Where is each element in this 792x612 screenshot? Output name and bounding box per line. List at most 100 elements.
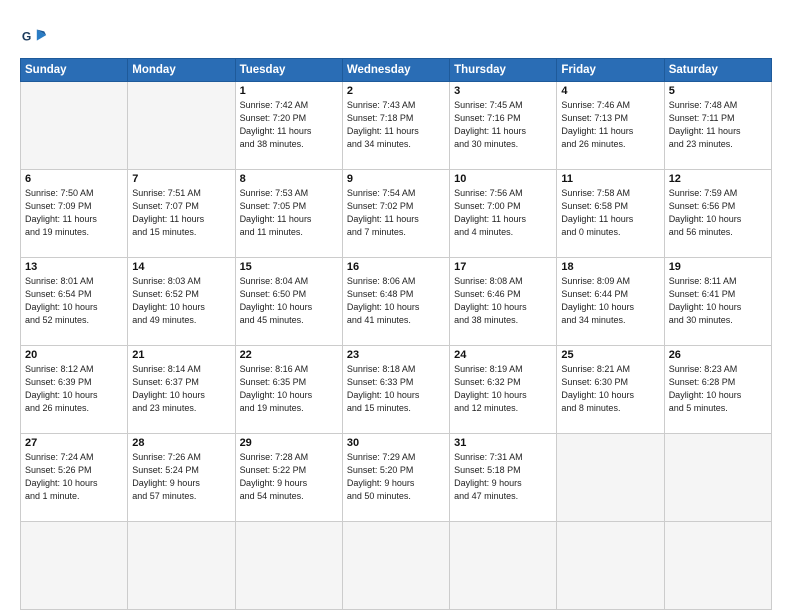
day-number: 10 <box>454 173 552 185</box>
calendar-cell: 14 Sunrise: 8:03 AM Sunset: 6:52 PM Dayli… <box>128 258 235 346</box>
day-number: 18 <box>561 261 659 273</box>
day-number: 28 <box>132 437 230 449</box>
page: G SundayMondayTuesdayWednesdayThursdayFr… <box>0 0 792 612</box>
day-info: Sunrise: 7:29 AM Sunset: 5:20 PM Dayligh… <box>347 451 445 503</box>
weekday-header-sunday: Sunday <box>21 59 128 82</box>
calendar-cell: 24Sunrise: 8:19 AM Sunset: 6:32 PM Dayli… <box>450 346 557 434</box>
calendar-cell <box>342 522 449 610</box>
day-info: Sunrise: 7:43 AM Sunset: 7:18 PM Dayligh… <box>347 99 445 151</box>
calendar-cell: 12 Sunrise: 7:59 AM Sunset: 6:56 PM Dayli… <box>664 170 771 258</box>
day-number: 31 <box>454 437 552 449</box>
day-info: Sunrise: 7:28 AM Sunset: 5:22 PM Dayligh… <box>240 451 338 503</box>
day-info: Sunrise: 8:08 AM Sunset: 6:46 PM Dayligh… <box>454 275 552 327</box>
day-info: Sunrise: 7:48 AM Sunset: 7:11 PM Dayligh… <box>669 99 767 151</box>
day-number: 7 <box>132 173 230 185</box>
day-info: Sunrise: 8:14 AM Sunset: 6:37 PM Dayligh… <box>132 363 230 415</box>
day-info: Sunrise: 7:24 AM Sunset: 5:26 PM Dayligh… <box>25 451 123 503</box>
day-number: 8 <box>240 173 338 185</box>
day-info: Sunrise: 8:18 AM Sunset: 6:33 PM Dayligh… <box>347 363 445 415</box>
calendar-row-3: 13 Sunrise: 8:01 AM Sunset: 6:54 PM Dayli… <box>21 258 772 346</box>
day-number: 23 <box>347 349 445 361</box>
calendar-cell <box>664 434 771 522</box>
calendar-table: SundayMondayTuesdayWednesdayThursdayFrid… <box>20 58 772 610</box>
day-info: Sunrise: 8:16 AM Sunset: 6:35 PM Dayligh… <box>240 363 338 415</box>
day-info: Sunrise: 8:03 AM Sunset: 6:52 PM Dayligh… <box>132 275 230 327</box>
day-number: 21 <box>132 349 230 361</box>
day-number: 13 <box>25 261 123 273</box>
calendar-row-5: 27 Sunrise: 7:24 AM Sunset: 5:26 PM Dayli… <box>21 434 772 522</box>
calendar-cell: 17 Sunrise: 8:08 AM Sunset: 6:46 PM Dayli… <box>450 258 557 346</box>
calendar-cell: 29 Sunrise: 7:28 AM Sunset: 5:22 PM Dayli… <box>235 434 342 522</box>
day-info: Sunrise: 8:12 AM Sunset: 6:39 PM Dayligh… <box>25 363 123 415</box>
day-number: 1 <box>240 85 338 97</box>
calendar-cell: 2 Sunrise: 7:43 AM Sunset: 7:18 PM Daylig… <box>342 82 449 170</box>
calendar-row-1: 1 Sunrise: 7:42 AM Sunset: 7:20 PM Daylig… <box>21 82 772 170</box>
day-number: 29 <box>240 437 338 449</box>
day-info: Sunrise: 7:51 AM Sunset: 7:07 PM Dayligh… <box>132 187 230 239</box>
calendar-cell <box>128 82 235 170</box>
calendar-cell <box>557 434 664 522</box>
day-number: 2 <box>347 85 445 97</box>
calendar-cell: 31Sunrise: 7:31 AM Sunset: 5:18 PM Dayli… <box>450 434 557 522</box>
calendar-cell: 20Sunrise: 8:12 AM Sunset: 6:39 PM Dayli… <box>21 346 128 434</box>
day-number: 15 <box>240 261 338 273</box>
day-info: Sunrise: 7:50 AM Sunset: 7:09 PM Dayligh… <box>25 187 123 239</box>
day-number: 22 <box>240 349 338 361</box>
svg-text:G: G <box>22 30 31 44</box>
calendar-cell: 11Sunrise: 7:58 AM Sunset: 6:58 PM Dayli… <box>557 170 664 258</box>
day-info: Sunrise: 7:53 AM Sunset: 7:05 PM Dayligh… <box>240 187 338 239</box>
calendar-cell: 15 Sunrise: 8:04 AM Sunset: 6:50 PM Dayli… <box>235 258 342 346</box>
calendar-cell: 25Sunrise: 8:21 AM Sunset: 6:30 PM Dayli… <box>557 346 664 434</box>
logo: G <box>20 22 50 50</box>
day-info: Sunrise: 7:56 AM Sunset: 7:00 PM Dayligh… <box>454 187 552 239</box>
day-info: Sunrise: 8:01 AM Sunset: 6:54 PM Dayligh… <box>25 275 123 327</box>
day-number: 12 <box>669 173 767 185</box>
calendar-cell: 13 Sunrise: 8:01 AM Sunset: 6:54 PM Dayli… <box>21 258 128 346</box>
weekday-header-row: SundayMondayTuesdayWednesdayThursdayFrid… <box>21 59 772 82</box>
day-info: Sunrise: 8:23 AM Sunset: 6:28 PM Dayligh… <box>669 363 767 415</box>
day-number: 27 <box>25 437 123 449</box>
calendar-cell <box>664 522 771 610</box>
day-number: 6 <box>25 173 123 185</box>
day-number: 17 <box>454 261 552 273</box>
day-info: Sunrise: 7:58 AM Sunset: 6:58 PM Dayligh… <box>561 187 659 239</box>
weekday-header-friday: Friday <box>557 59 664 82</box>
calendar-cell: 16Sunrise: 8:06 AM Sunset: 6:48 PM Dayli… <box>342 258 449 346</box>
day-number: 3 <box>454 85 552 97</box>
logo-icon: G <box>20 22 48 50</box>
day-number: 16 <box>347 261 445 273</box>
calendar-cell: 9Sunrise: 7:54 AM Sunset: 7:02 PM Daylig… <box>342 170 449 258</box>
day-info: Sunrise: 8:11 AM Sunset: 6:41 PM Dayligh… <box>669 275 767 327</box>
calendar-cell: 6 Sunrise: 7:50 AM Sunset: 7:09 PM Daylig… <box>21 170 128 258</box>
day-info: Sunrise: 7:45 AM Sunset: 7:16 PM Dayligh… <box>454 99 552 151</box>
calendar-cell: 21 Sunrise: 8:14 AM Sunset: 6:37 PM Dayli… <box>128 346 235 434</box>
day-info: Sunrise: 7:59 AM Sunset: 6:56 PM Dayligh… <box>669 187 767 239</box>
calendar-cell <box>450 522 557 610</box>
calendar-cell: 3 Sunrise: 7:45 AM Sunset: 7:16 PM Daylig… <box>450 82 557 170</box>
calendar-cell: 28 Sunrise: 7:26 AM Sunset: 5:24 PM Dayli… <box>128 434 235 522</box>
weekday-header-tuesday: Tuesday <box>235 59 342 82</box>
calendar-cell: 8 Sunrise: 7:53 AM Sunset: 7:05 PM Daylig… <box>235 170 342 258</box>
day-info: Sunrise: 7:26 AM Sunset: 5:24 PM Dayligh… <box>132 451 230 503</box>
day-number: 26 <box>669 349 767 361</box>
calendar-cell: 5Sunrise: 7:48 AM Sunset: 7:11 PM Daylig… <box>664 82 771 170</box>
day-info: Sunrise: 8:04 AM Sunset: 6:50 PM Dayligh… <box>240 275 338 327</box>
day-info: Sunrise: 7:42 AM Sunset: 7:20 PM Dayligh… <box>240 99 338 151</box>
calendar-cell: 22 Sunrise: 8:16 AM Sunset: 6:35 PM Dayli… <box>235 346 342 434</box>
calendar-cell: 4Sunrise: 7:46 AM Sunset: 7:13 PM Daylig… <box>557 82 664 170</box>
weekday-header-thursday: Thursday <box>450 59 557 82</box>
calendar-row-6 <box>21 522 772 610</box>
calendar-cell: 27 Sunrise: 7:24 AM Sunset: 5:26 PM Dayli… <box>21 434 128 522</box>
calendar-cell <box>557 522 664 610</box>
day-number: 30 <box>347 437 445 449</box>
day-number: 14 <box>132 261 230 273</box>
day-info: Sunrise: 8:09 AM Sunset: 6:44 PM Dayligh… <box>561 275 659 327</box>
day-number: 19 <box>669 261 767 273</box>
weekday-header-wednesday: Wednesday <box>342 59 449 82</box>
calendar-cell <box>21 82 128 170</box>
calendar-cell: 10 Sunrise: 7:56 AM Sunset: 7:00 PM Dayli… <box>450 170 557 258</box>
day-number: 9 <box>347 173 445 185</box>
calendar-cell: 23 Sunrise: 8:18 AM Sunset: 6:33 PM Dayli… <box>342 346 449 434</box>
calendar-cell: 30 Sunrise: 7:29 AM Sunset: 5:20 PM Dayli… <box>342 434 449 522</box>
calendar-cell: 18 Sunrise: 8:09 AM Sunset: 6:44 PM Dayli… <box>557 258 664 346</box>
